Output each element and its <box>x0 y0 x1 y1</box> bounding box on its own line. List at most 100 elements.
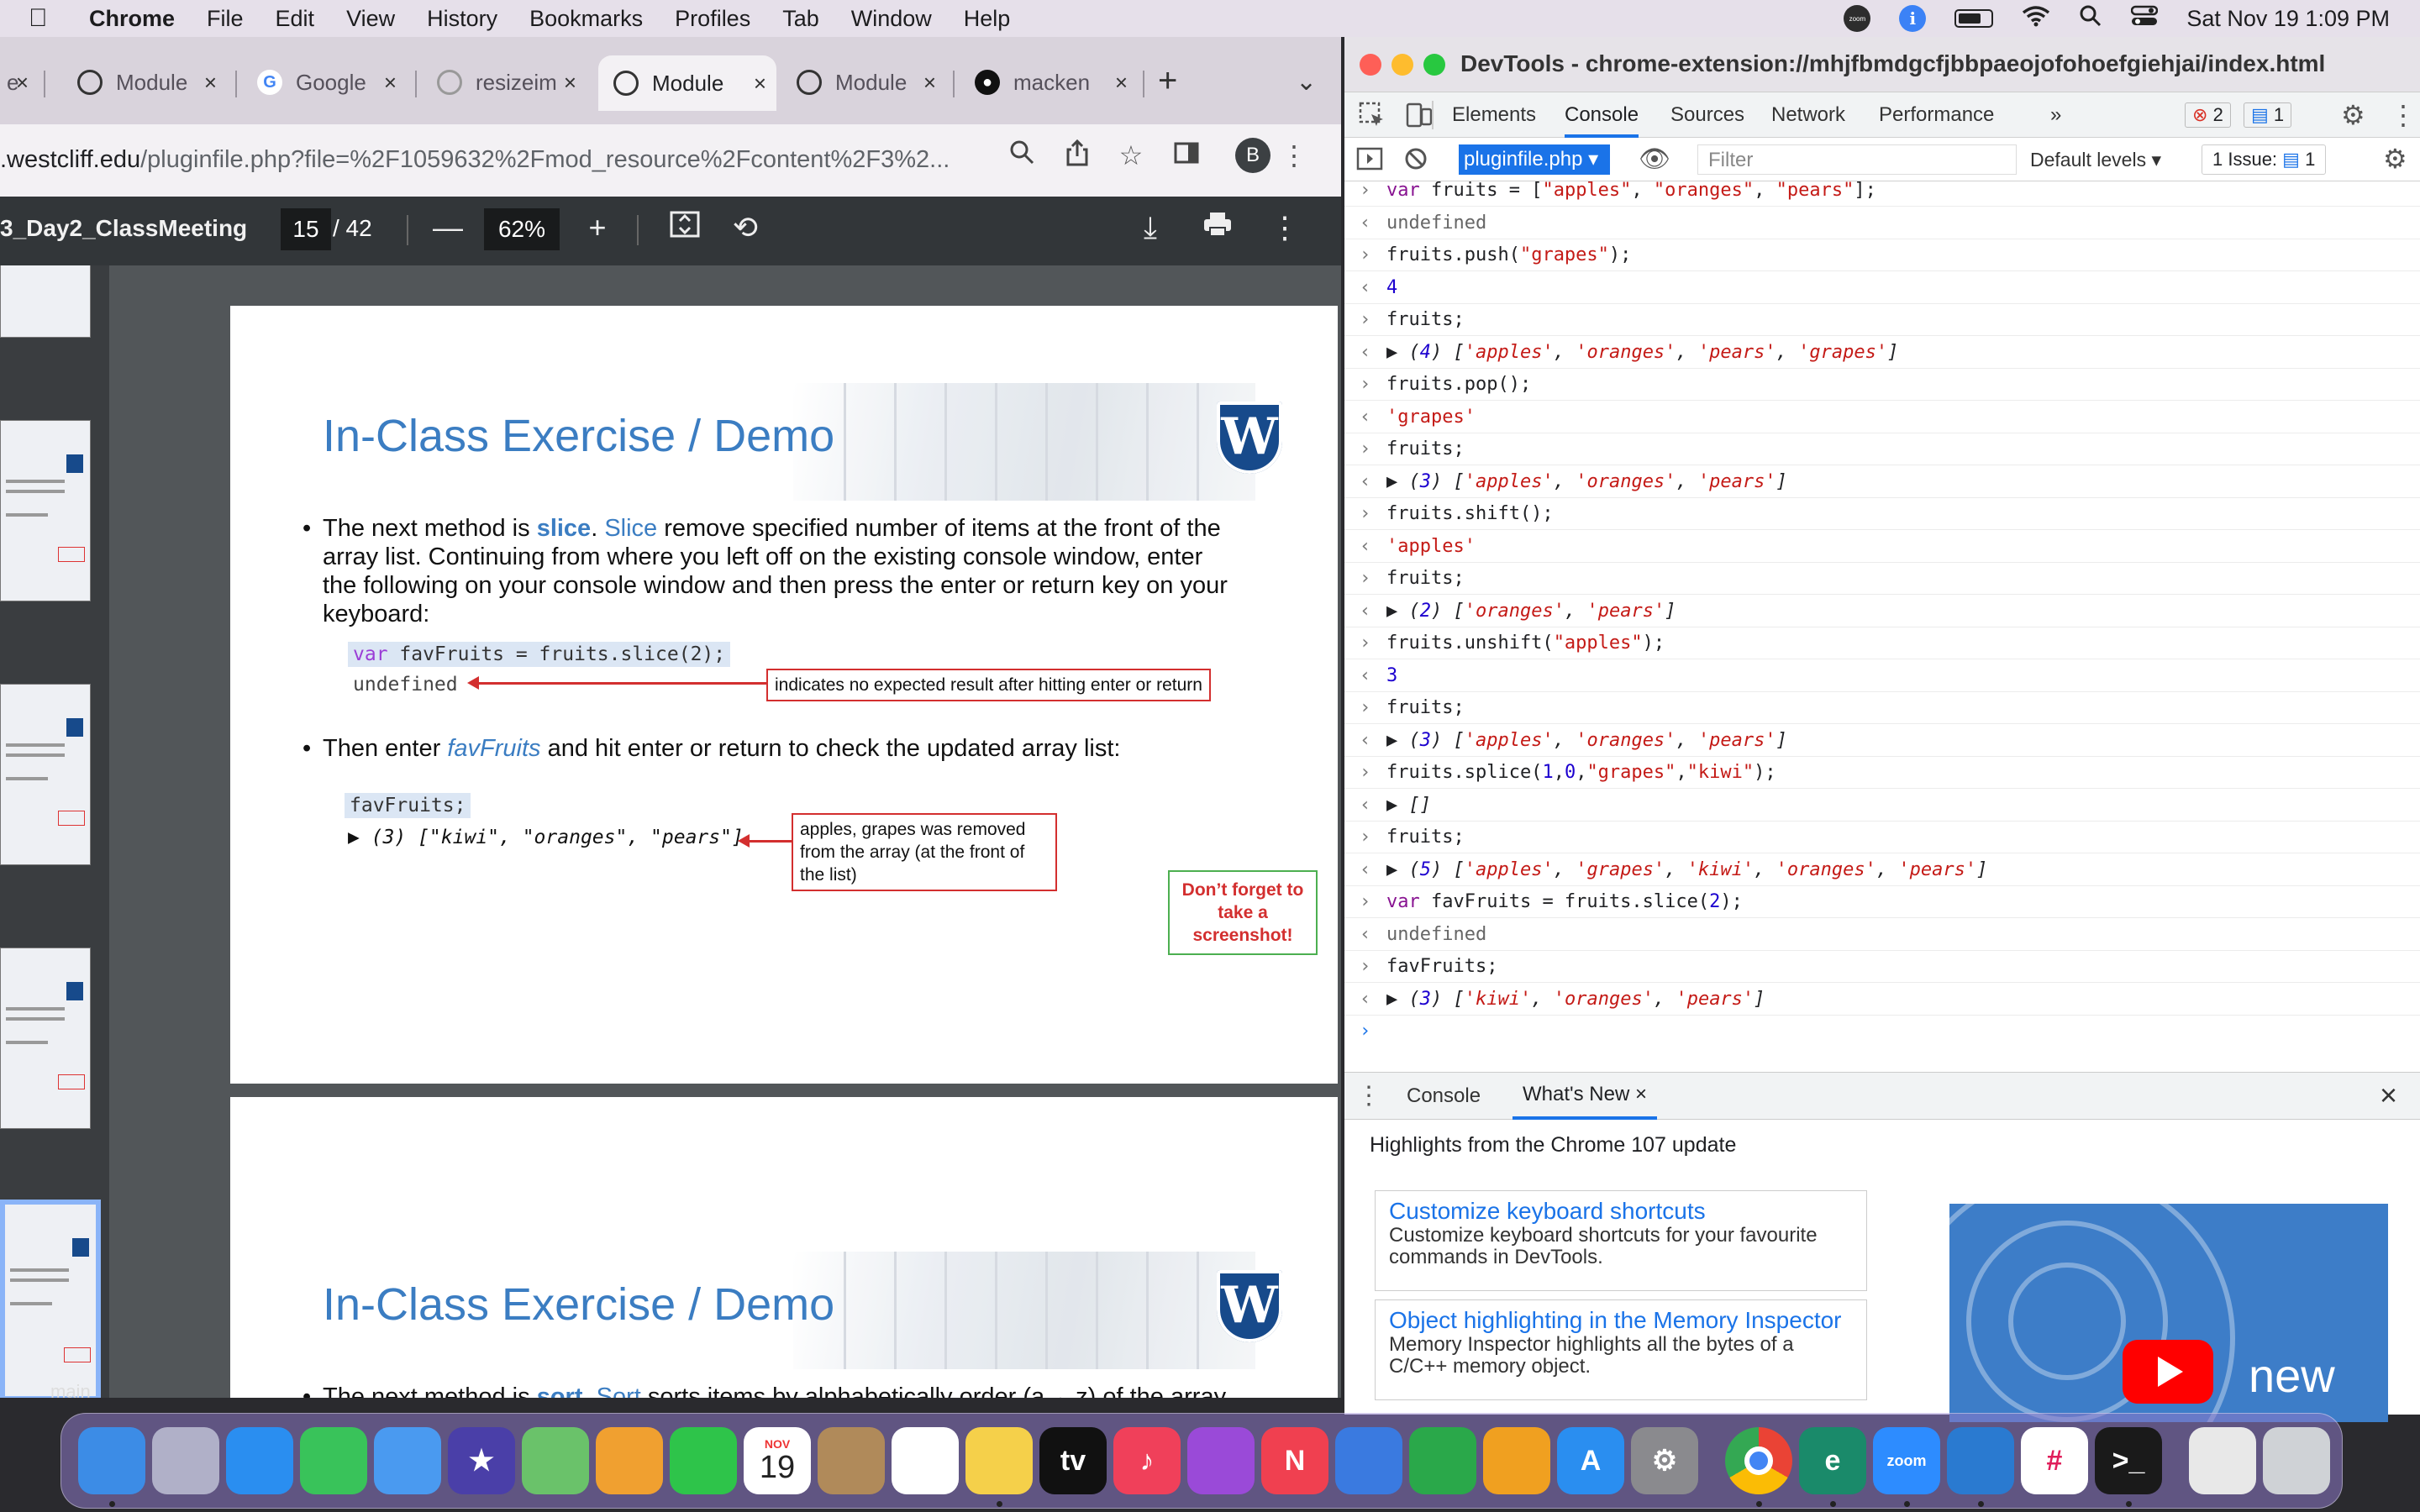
console-output-row[interactable]: ‹ ▶ [] <box>1344 790 2420 822</box>
menu-edit[interactable]: Edit <box>276 6 315 32</box>
bookmark-star-icon[interactable]: ☆ <box>1114 139 1148 171</box>
drawer-tab-console[interactable]: Console <box>1407 1073 1481 1120</box>
dock-mail-icon[interactable] <box>374 1427 441 1494</box>
apple-icon[interactable]:  <box>29 4 62 33</box>
dock-settings-icon[interactable]: ⚙ <box>1631 1427 1698 1494</box>
print-icon[interactable] <box>1197 210 1239 245</box>
chrome-menu-icon[interactable]: ⋮ <box>1277 139 1311 171</box>
page-thumbnail[interactable] <box>0 948 91 1129</box>
fit-page-icon[interactable] <box>664 210 706 245</box>
console-output[interactable]: › var fruits = ["apples", "oranges", "pea… <box>1344 181 2420 1072</box>
dock-edge-icon[interactable]: e <box>1799 1427 1866 1494</box>
more-tabs-button[interactable]: » <box>2050 92 2061 138</box>
console-filter-input[interactable]: Filter <box>1697 144 2017 175</box>
whats-new-video-thumbnail[interactable]: new <box>1949 1204 2388 1422</box>
console-output-row[interactable]: ‹ ▶ (4) ['apples', 'oranges', 'pears', 'g… <box>1344 337 2420 369</box>
messages-badge[interactable]: ▤ 1 <box>2244 102 2292 128</box>
tab-search-button[interactable]: ⌄ <box>1296 67 1317 97</box>
console-output-row[interactable]: ‹ ▶ (3) ['apples', 'oranges', 'pears'] <box>1344 466 2420 498</box>
errors-badge[interactable]: ⊗ 2 <box>2185 102 2231 128</box>
dock-trash-icon[interactable] <box>2263 1427 2330 1494</box>
dock-news-icon[interactable]: N <box>1261 1427 1328 1494</box>
dock-slack-icon[interactable]: # <box>2021 1427 2088 1494</box>
live-expression-eye-icon[interactable]: 👁 <box>1639 144 1670 174</box>
dock-zoom-icon[interactable]: zoom <box>1873 1427 1940 1494</box>
maximize-window-icon[interactable] <box>1423 54 1445 76</box>
feature-card-memory-inspector[interactable]: Object highlighting in the Memory Inspec… <box>1375 1299 1867 1400</box>
devtools-menu-icon[interactable]: ⋮ <box>2390 99 2417 131</box>
inspect-element-icon[interactable] <box>1358 101 1386 134</box>
feature-title[interactable]: Object highlighting in the Memory Inspec… <box>1389 1307 1853 1334</box>
tab-close-icon[interactable]: × <box>204 70 217 96</box>
dock-messages-icon[interactable] <box>300 1427 367 1494</box>
menu-tab[interactable]: Tab <box>782 6 819 32</box>
clear-console-icon[interactable] <box>1403 146 1428 176</box>
dock-podcasts-icon[interactable] <box>1187 1427 1255 1494</box>
side-panel-icon[interactable] <box>1170 139 1203 171</box>
feature-title[interactable]: Customize keyboard shortcuts <box>1389 1198 1853 1225</box>
dock-files-icon[interactable] <box>2189 1427 2256 1494</box>
tab-sources[interactable]: Sources <box>1670 92 1744 138</box>
console-output-row[interactable]: ‹ ▶ (2) ['oranges', 'pears'] <box>1344 596 2420 627</box>
spotlight-search-icon[interactable] <box>2079 4 2102 34</box>
tab-console[interactable]: Console <box>1565 92 1639 138</box>
tab-performance[interactable]: Performance <box>1879 92 1994 138</box>
dock-music-icon[interactable]: ♪ <box>1113 1427 1181 1494</box>
tab-0[interactable]: e × <box>0 60 39 104</box>
console-prompt[interactable]: › <box>1344 1016 2420 1047</box>
tab-close-icon[interactable]: × <box>1115 70 1128 96</box>
dock-chrome-icon[interactable] <box>1725 1427 1792 1494</box>
dock-appletv-icon[interactable]: tv <box>1039 1427 1107 1494</box>
tab-3[interactable]: resizeim × <box>422 60 587 104</box>
thumbnail-sidebar[interactable] <box>0 265 109 1398</box>
dock-calendar-icon[interactable]: NOV 19 <box>744 1427 811 1494</box>
tab-6[interactable]: ● macken × <box>960 60 1138 104</box>
wifi-icon[interactable] <box>2022 5 2050 33</box>
close-window-icon[interactable] <box>1360 54 1381 76</box>
dock-imovie-icon[interactable]: ★ <box>448 1427 515 1494</box>
dock-appstore-icon[interactable]: A <box>1557 1427 1624 1494</box>
page-number-input[interactable]: 15 <box>281 208 331 250</box>
dock-pages-icon[interactable] <box>1483 1427 1550 1494</box>
page-thumbnail[interactable] <box>0 684 91 865</box>
zoom-status-icon[interactable]: zoom <box>1844 5 1871 32</box>
dock-safari-icon[interactable] <box>226 1427 293 1494</box>
log-levels-dropdown[interactable]: Default levels ▾ <box>2030 144 2161 175</box>
dock-launchpad-icon[interactable] <box>152 1427 219 1494</box>
drawer-tab-whats-new[interactable]: What's New × <box>1512 1073 1657 1120</box>
new-tab-button[interactable]: + <box>1158 62 1177 100</box>
address-bar[interactable]: .westcliff.edu/pluginfile.php?file=%2F10… <box>0 146 992 174</box>
page-thumbnail[interactable] <box>0 420 91 601</box>
rotate-icon[interactable]: ⟲ <box>724 210 766 245</box>
dock-contacts-icon[interactable] <box>818 1427 885 1494</box>
device-toolbar-icon[interactable] <box>1405 101 1434 134</box>
menu-app-name[interactable]: Chrome <box>89 6 175 32</box>
zoom-magnifier-icon[interactable] <box>1005 139 1039 171</box>
feature-card-shortcuts[interactable]: Customize keyboard shortcuts Customize k… <box>1375 1190 1867 1291</box>
console-output-row[interactable]: ‹ ▶ (5) ['apples', 'grapes', 'kiwi', 'ora… <box>1344 854 2420 886</box>
dock-vscode-icon[interactable] <box>1947 1427 2014 1494</box>
page-thumbnail-current[interactable] <box>0 1200 101 1398</box>
info-status-icon[interactable]: i <box>1899 5 1927 32</box>
menu-view[interactable]: View <box>346 6 395 32</box>
dock-keynote-icon[interactable] <box>1335 1427 1402 1494</box>
dock-facetime-icon[interactable] <box>670 1427 737 1494</box>
context-selector[interactable]: pluginfile.php ▾ <box>1459 144 1610 175</box>
battery-icon[interactable] <box>1954 9 1994 28</box>
dock-finder-icon[interactable] <box>78 1427 145 1494</box>
minimize-window-icon[interactable] <box>1392 54 1413 76</box>
tab-5[interactable]: Module × <box>781 60 946 104</box>
dock-notes-icon[interactable] <box>965 1427 1033 1494</box>
dock-numbers-icon[interactable] <box>1409 1427 1476 1494</box>
tab-close-icon[interactable]: × <box>923 70 936 96</box>
console-output-row[interactable]: ‹ ▶ (3) ['apples', 'oranges', 'pears'] <box>1344 725 2420 757</box>
close-tab-icon[interactable]: × <box>1635 1083 1647 1105</box>
tab-network[interactable]: Network <box>1771 92 1845 138</box>
dock-reminders-icon[interactable] <box>892 1427 959 1494</box>
pdf-more-icon[interactable]: ⋮ <box>1264 210 1306 245</box>
console-settings-icon[interactable]: ⚙ <box>2383 143 2407 175</box>
menu-file[interactable]: File <box>207 6 244 32</box>
control-center-icon[interactable] <box>2131 5 2159 33</box>
dock-maps-icon[interactable] <box>522 1427 589 1494</box>
menu-window[interactable]: Window <box>851 6 932 32</box>
